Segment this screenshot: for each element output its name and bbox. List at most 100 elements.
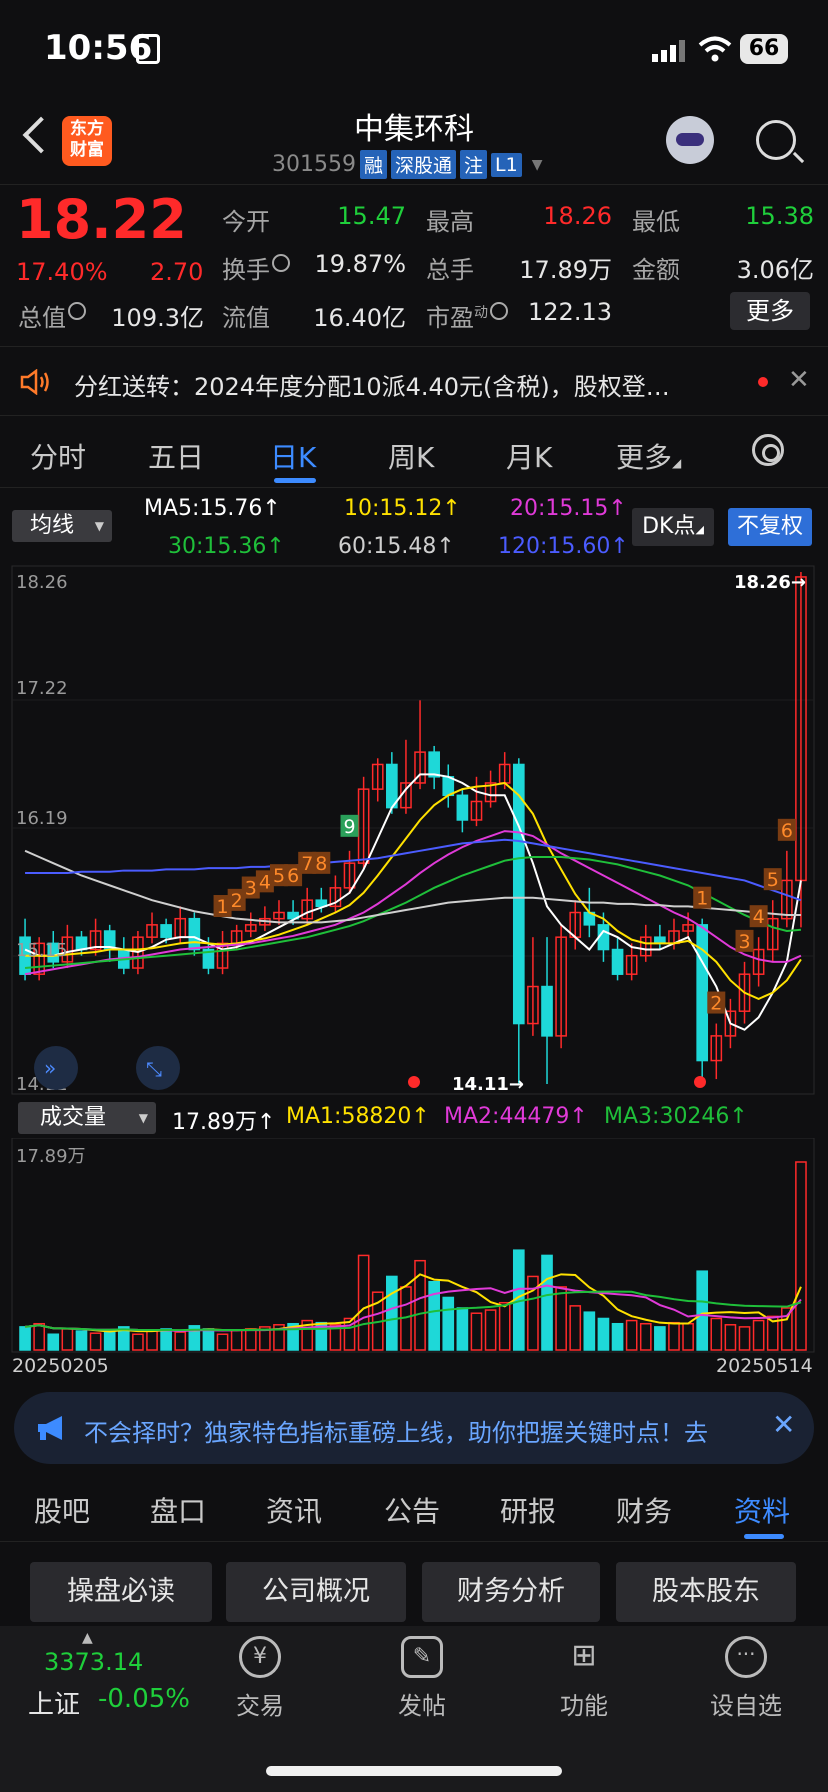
index-value[interactable]: 3373.14 [44,1648,143,1676]
low-value: 15.38 [745,202,814,230]
caret-up-icon[interactable]: ▲ [82,1630,93,1646]
svg-text:»: » [44,1056,56,1080]
expand-chart-button[interactable]: » [34,1046,78,1090]
dividend-notice[interactable]: 分红送转：2024年度分配10派4.40元(含税)，股权登… ✕ [0,346,828,416]
tab-five-day[interactable]: 五日 [148,436,204,476]
signal-marker: 4 [749,905,768,928]
edit-icon: ✎ [401,1636,443,1678]
tab-intraday[interactable]: 分时 [30,436,86,476]
tag-margin: 融 [359,150,387,179]
tab-orderbook[interactable]: 盘口 [150,1490,206,1530]
tab-forum[interactable]: 股吧 [34,1490,90,1530]
pe-value: 122.13 [528,298,612,326]
volume-bar [639,1322,652,1351]
x-label-start: 20250205 [12,1355,109,1377]
volume-bar [216,1333,229,1351]
volume-max-label: 17.89万 [16,1146,86,1167]
volume-bar [33,1322,45,1351]
info-icon[interactable] [490,302,508,320]
indicator-select[interactable]: 均线 ▼ [12,510,112,542]
close-icon[interactable]: ✕ [772,1408,795,1441]
signal-marker-label: 2 [710,993,722,1015]
tab-profile[interactable]: 资料 [734,1490,790,1530]
tab-weekly-k[interactable]: 周K [388,436,434,476]
chevron-down-icon[interactable]: ▼ [532,157,543,173]
caret-icon: ▼ [138,1111,148,1125]
dk-point-button[interactable]: DK点◢ [632,508,714,546]
volume-value: 17.89万 [519,256,612,284]
index-name[interactable]: 上证 [28,1684,80,1721]
mktcap-label: 总值 [18,298,86,333]
volume-bar [456,1307,469,1351]
megaphone-icon [38,1416,62,1440]
company-overview-button[interactable]: 公司概况 [226,1562,406,1622]
signal-marker-label: 1 [696,888,708,910]
gear-icon[interactable] [752,434,784,466]
info-icon[interactable] [68,302,86,320]
stock-code: 301559 [272,152,356,177]
ma60-value: 60:15.48↑ [338,534,455,559]
volume-bar [597,1317,610,1351]
ma30-value: 30:15.36↑ [168,534,285,559]
tab-research[interactable]: 研报 [500,1490,556,1530]
fullscreen-button[interactable]: ⤡ [136,1046,180,1090]
volume-bar [668,1321,680,1351]
signal-marker-label: 9 [344,816,356,838]
tab-daily-k[interactable]: 日K [270,436,316,476]
tab-finance[interactable]: 财务 [616,1490,672,1530]
volume-bar [357,1254,370,1351]
tab-monthly-k[interactable]: 月K [506,436,552,476]
volume-label: 总手 [426,256,474,284]
shareholders-button[interactable]: 股本股东 [616,1562,796,1622]
grid-icon: ⊞ [571,1638,597,1673]
caret-icon: ▼ [94,519,104,533]
promo-banner[interactable]: 不会择时？独家特色指标重磅上线，助你把握关键时点！去 ✕ [14,1392,814,1464]
signal-marker: 8 [312,851,331,875]
volume-bar [75,1330,88,1351]
candle-body [696,924,709,1062]
more-quote-button[interactable]: 更多 [730,292,810,330]
mktcap-value: 109.3亿 [111,304,204,332]
tag-registered: 注 [460,150,488,179]
signal-marker: 5 [763,868,782,891]
volume-bar [146,1330,158,1351]
amount-label: 金额 [632,256,680,284]
volume-indicator-select[interactable]: 成交量 ▼ [18,1102,156,1134]
close-icon[interactable]: ✕ [788,365,810,395]
candle-body [456,794,469,821]
add-watchlist-button[interactable]: ··· 设自选 [696,1636,796,1721]
info-icon[interactable] [272,254,290,272]
signal-marker-label: 5 [273,865,285,887]
notice-text: 分红送转：2024年度分配10派4.40元(含税)，股权登… [74,373,670,401]
vol-ma1-value: MA1:58820↑ [286,1104,430,1129]
candle-body [386,763,398,809]
turnover-label: 换手 [222,250,290,285]
robot-assistant-icon[interactable] [666,116,714,164]
post-button[interactable]: ✎ 发帖 [372,1636,472,1721]
float-value: 16.40亿 [313,304,406,332]
tab-more[interactable]: 更多◢ [616,436,681,476]
volume-chart[interactable]: 17.89万 20250205 20250514 [0,1138,828,1378]
volume-ma-line [24,1273,802,1333]
financial-analysis-button[interactable]: 财务分析 [422,1562,600,1622]
signal-marker-label: 4 [753,906,765,928]
search-icon[interactable] [756,120,796,160]
change-amount: 2.70 [150,258,204,286]
no-adjust-button[interactable]: 不复权 [728,508,812,546]
volume-bar [19,1326,31,1351]
turnover-value: 19.87% [314,250,406,278]
tab-announcements[interactable]: 公告 [384,1490,440,1530]
volume-bar [682,1322,694,1351]
signal-marker-label: 3 [739,931,751,953]
functions-button[interactable]: ⊞ 功能 [534,1636,634,1721]
tab-news[interactable]: 资讯 [266,1490,322,1530]
trading-guide-button[interactable]: 操盘必读 [30,1562,212,1622]
low-price-label: 14.11→ [452,1074,524,1095]
candle-body [75,936,88,951]
candlestick-chart[interactable]: 1 23 4 5 67 89123456 18.26 17.22 16.19 15.15 … [0,558,828,1098]
ma20-value: 20:15.15↑ [510,496,627,521]
trade-button[interactable]: ¥ 交易 [210,1636,310,1721]
volume-bar [386,1275,398,1351]
vol-ma2-value: MA2:44479↑ [444,1104,588,1129]
index-percent[interactable]: -0.05% [98,1684,190,1714]
